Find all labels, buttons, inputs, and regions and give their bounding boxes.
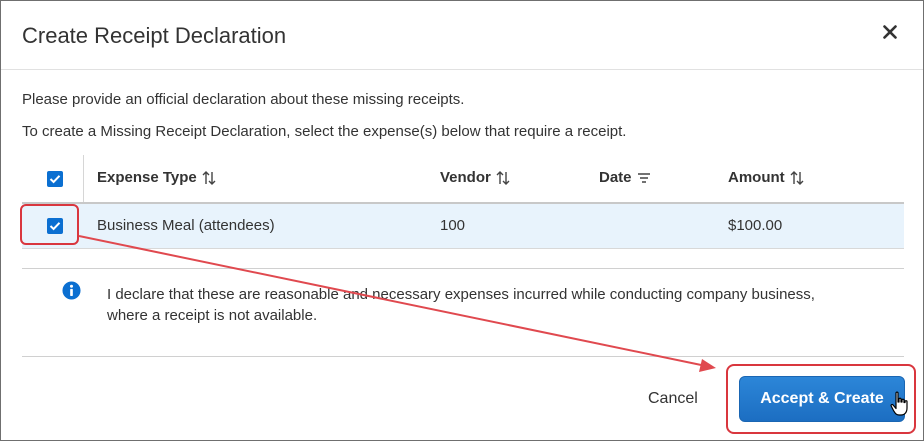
column-header-amount[interactable]: Amount	[728, 169, 805, 186]
sort-icon	[496, 170, 510, 185]
select-all-checkbox[interactable]	[47, 171, 63, 187]
column-divider	[83, 155, 84, 202]
cancel-button[interactable]: Cancel	[648, 390, 698, 408]
column-header-label: Amount	[728, 169, 785, 186]
sort-icon	[202, 170, 216, 185]
table-header: Expense Type Vendor Date Amount	[22, 155, 904, 204]
expense-table: Expense Type Vendor Date Amount Business…	[22, 155, 904, 249]
column-header-label: Vendor	[440, 169, 491, 186]
dialog-header: Create Receipt Declaration	[1, 1, 923, 70]
cell-expense-type: Business Meal (attendees)	[97, 217, 275, 234]
dialog-title: Create Receipt Declaration	[22, 23, 287, 48]
intro-text: Please provide an official declaration a…	[22, 91, 465, 108]
column-header-label: Date	[599, 169, 632, 186]
cell-amount: $100.00	[728, 217, 783, 234]
column-header-vendor[interactable]: Vendor	[440, 169, 511, 186]
annotation-highlight-button	[726, 364, 916, 434]
filter-icon	[637, 172, 650, 183]
sort-icon	[790, 170, 804, 185]
column-header-date[interactable]: Date	[599, 169, 652, 186]
close-icon	[883, 25, 897, 39]
checkmark-icon	[49, 175, 61, 184]
cell-vendor: 100	[440, 217, 466, 234]
declaration-text: I declare that these are reasonable and …	[107, 286, 815, 324]
column-header-expense-type[interactable]: Expense Type	[97, 169, 217, 186]
declaration-section: I declare that these are reasonable and …	[22, 268, 904, 357]
instruction-text: To create a Missing Receipt Declaration,…	[22, 123, 627, 140]
info-icon	[62, 281, 81, 300]
column-header-label: Expense Type	[97, 169, 197, 186]
close-button[interactable]	[879, 21, 901, 43]
annotation-highlight-checkbox	[20, 204, 79, 245]
table-row[interactable]: Business Meal (attendees) 100 $100.00	[22, 204, 904, 249]
